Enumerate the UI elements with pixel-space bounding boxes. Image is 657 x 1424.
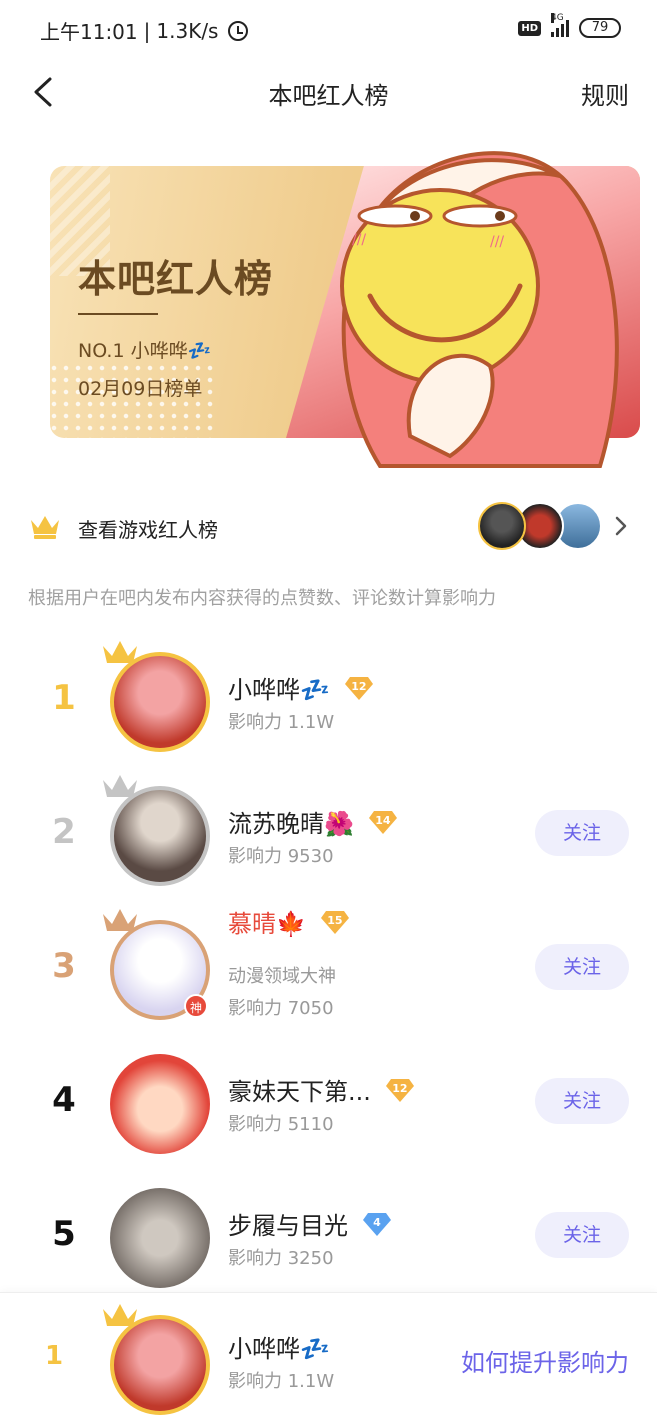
avatar[interactable]: [103, 641, 210, 752]
avatar[interactable]: [103, 775, 210, 886]
rank-number: 3: [52, 946, 76, 986]
avatar[interactable]: [110, 1054, 210, 1154]
name-line: 步履与目光 4: [228, 1206, 392, 1241]
influence: 影响力 7050: [228, 998, 334, 1019]
network-type: 4G: [551, 13, 564, 23]
influence: 影响力 1.1W: [228, 712, 335, 733]
list-item[interactable]: 5 步履与目光 4 影响力 3250 关注: [0, 1168, 657, 1302]
improve-influence-link[interactable]: 如何提升影响力: [461, 1343, 629, 1378]
level-number: 4: [373, 1215, 381, 1229]
banner-no1: NO.1 小哗哗💤: [78, 336, 211, 363]
rank-number: 4: [52, 1080, 76, 1120]
battery-icon: 79: [579, 18, 621, 38]
ranking-description: 根据用户在吧内发布内容获得的点赞数、评论数计算影响力: [28, 588, 496, 609]
gold-crown-icon: [103, 1304, 137, 1326]
list-item[interactable]: 4 豪妹天下第... 12 影响力 5110 关注: [0, 1034, 657, 1168]
my-rank-bar: 1 小哗哗💤 影响力 1.1W 如何提升影响力: [0, 1292, 657, 1424]
game-ranking-avatars: [478, 502, 608, 552]
clock: 上午11:01: [40, 20, 138, 44]
my-rank-number: 1: [44, 1341, 64, 1371]
avatar: [478, 502, 526, 550]
follow-button[interactable]: 关注: [535, 810, 629, 856]
influence: 影响力 9530: [228, 846, 334, 867]
avatar-image: [110, 1188, 210, 1288]
name-line: 豪妹天下第... 12: [228, 1072, 415, 1107]
level-number: 12: [351, 679, 367, 693]
level-badge: 12: [344, 675, 374, 701]
rules-link[interactable]: 规则: [581, 76, 629, 111]
follow-button[interactable]: 关注: [535, 1212, 629, 1258]
level-number: 15: [327, 913, 343, 927]
hd-icon: HD: [518, 20, 541, 36]
status-bar: 上午11:01 | 1.3K/s HD 4G 79: [0, 0, 657, 60]
net-speed: 1.3K/s: [156, 18, 219, 43]
user-title: 动漫领域大神: [228, 966, 336, 987]
game-ranking-row[interactable]: 查看游戏红人榜: [0, 496, 657, 560]
banner-no1-label: NO.1: [78, 340, 125, 362]
user-name[interactable]: 慕晴🍁: [228, 904, 306, 939]
list-item[interactable]: 3 神 慕晴🍁 15 动漫领域大神 影响力 7050 关注: [0, 900, 657, 1034]
alarm-icon: [228, 20, 249, 41]
avatar[interactable]: 神: [103, 909, 210, 1020]
user-name[interactable]: 步履与目光: [228, 1206, 348, 1241]
avatar[interactable]: [110, 1188, 210, 1288]
banner-date: 02月09日榜单: [78, 378, 203, 400]
avatar-image: [110, 1054, 210, 1154]
rank-number: 1: [52, 678, 76, 718]
rank-number: 5: [52, 1214, 76, 1254]
page-title: 本吧红人榜: [268, 82, 389, 110]
list-item[interactable]: 1 小哗哗💤 12 影响力 1.1W: [0, 632, 657, 766]
divider: |: [143, 18, 151, 43]
user-name[interactable]: 流苏晚晴🌺: [228, 804, 354, 839]
follow-button[interactable]: 关注: [535, 944, 629, 990]
list-item[interactable]: 2 流苏晚晴🌺 14 影响力 9530 关注: [0, 766, 657, 900]
header: 本吧红人榜 规则: [0, 60, 657, 124]
user-name[interactable]: 豪妹天下第...: [228, 1072, 371, 1107]
influence: 影响力 5110: [228, 1114, 334, 1135]
rank-number: 2: [52, 812, 76, 852]
level-number: 12: [392, 1081, 408, 1095]
influence: 影响力 3250: [228, 1248, 334, 1269]
my-avatar[interactable]: [103, 1304, 210, 1415]
crown-icon: [31, 516, 59, 539]
banner-no1-name: 小哗哗💤: [130, 340, 212, 362]
level-badge: 14: [368, 809, 398, 835]
chevron-right-icon: [615, 516, 627, 536]
my-influence: 影响力 1.1W: [228, 1371, 335, 1392]
god-badge-icon: 神: [184, 994, 208, 1018]
banner-divider: [78, 313, 158, 315]
follow-button[interactable]: 关注: [535, 1078, 629, 1124]
my-name-line: 小哗哗💤: [228, 1329, 330, 1364]
name-line: 慕晴🍁 15: [228, 904, 350, 939]
level-badge: 15: [320, 909, 350, 935]
silver-crown-icon: [103, 775, 137, 797]
name-line: 小哗哗💤 12: [228, 670, 374, 705]
status-left: 上午11:01 | 1.3K/s: [40, 16, 249, 45]
emoji-sticker-icon: /// ///: [340, 151, 619, 468]
bronze-crown-icon: [103, 909, 137, 931]
my-user-name: 小哗哗💤: [228, 1335, 330, 1363]
game-ranking-label: 查看游戏红人榜: [78, 518, 218, 542]
status-right: HD 4G 79: [518, 13, 621, 38]
signal-icon: 4G: [551, 13, 569, 37]
svg-text:///: ///: [352, 232, 366, 248]
level-number: 14: [375, 813, 391, 827]
level-badge: 4: [362, 1211, 392, 1237]
name-line: 流苏晚晴🌺 14: [228, 804, 398, 839]
banner-title: 本吧红人榜: [78, 257, 274, 301]
level-badge: 12: [385, 1077, 415, 1103]
user-name[interactable]: 小哗哗💤: [228, 670, 330, 705]
svg-text:///: ///: [490, 234, 504, 250]
gold-crown-icon: [103, 641, 137, 663]
